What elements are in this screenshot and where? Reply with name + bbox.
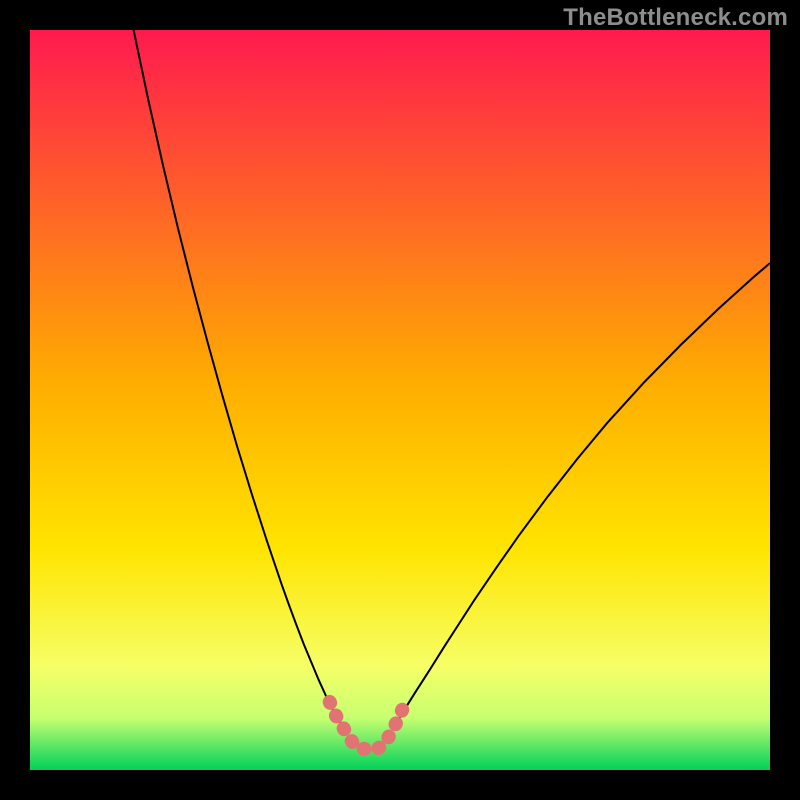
watermark-text: TheBottleneck.com	[563, 4, 788, 32]
plot-area	[30, 30, 770, 770]
chart-svg	[30, 30, 770, 770]
chart-frame: TheBottleneck.com	[0, 0, 800, 800]
gradient-bg	[30, 30, 770, 770]
